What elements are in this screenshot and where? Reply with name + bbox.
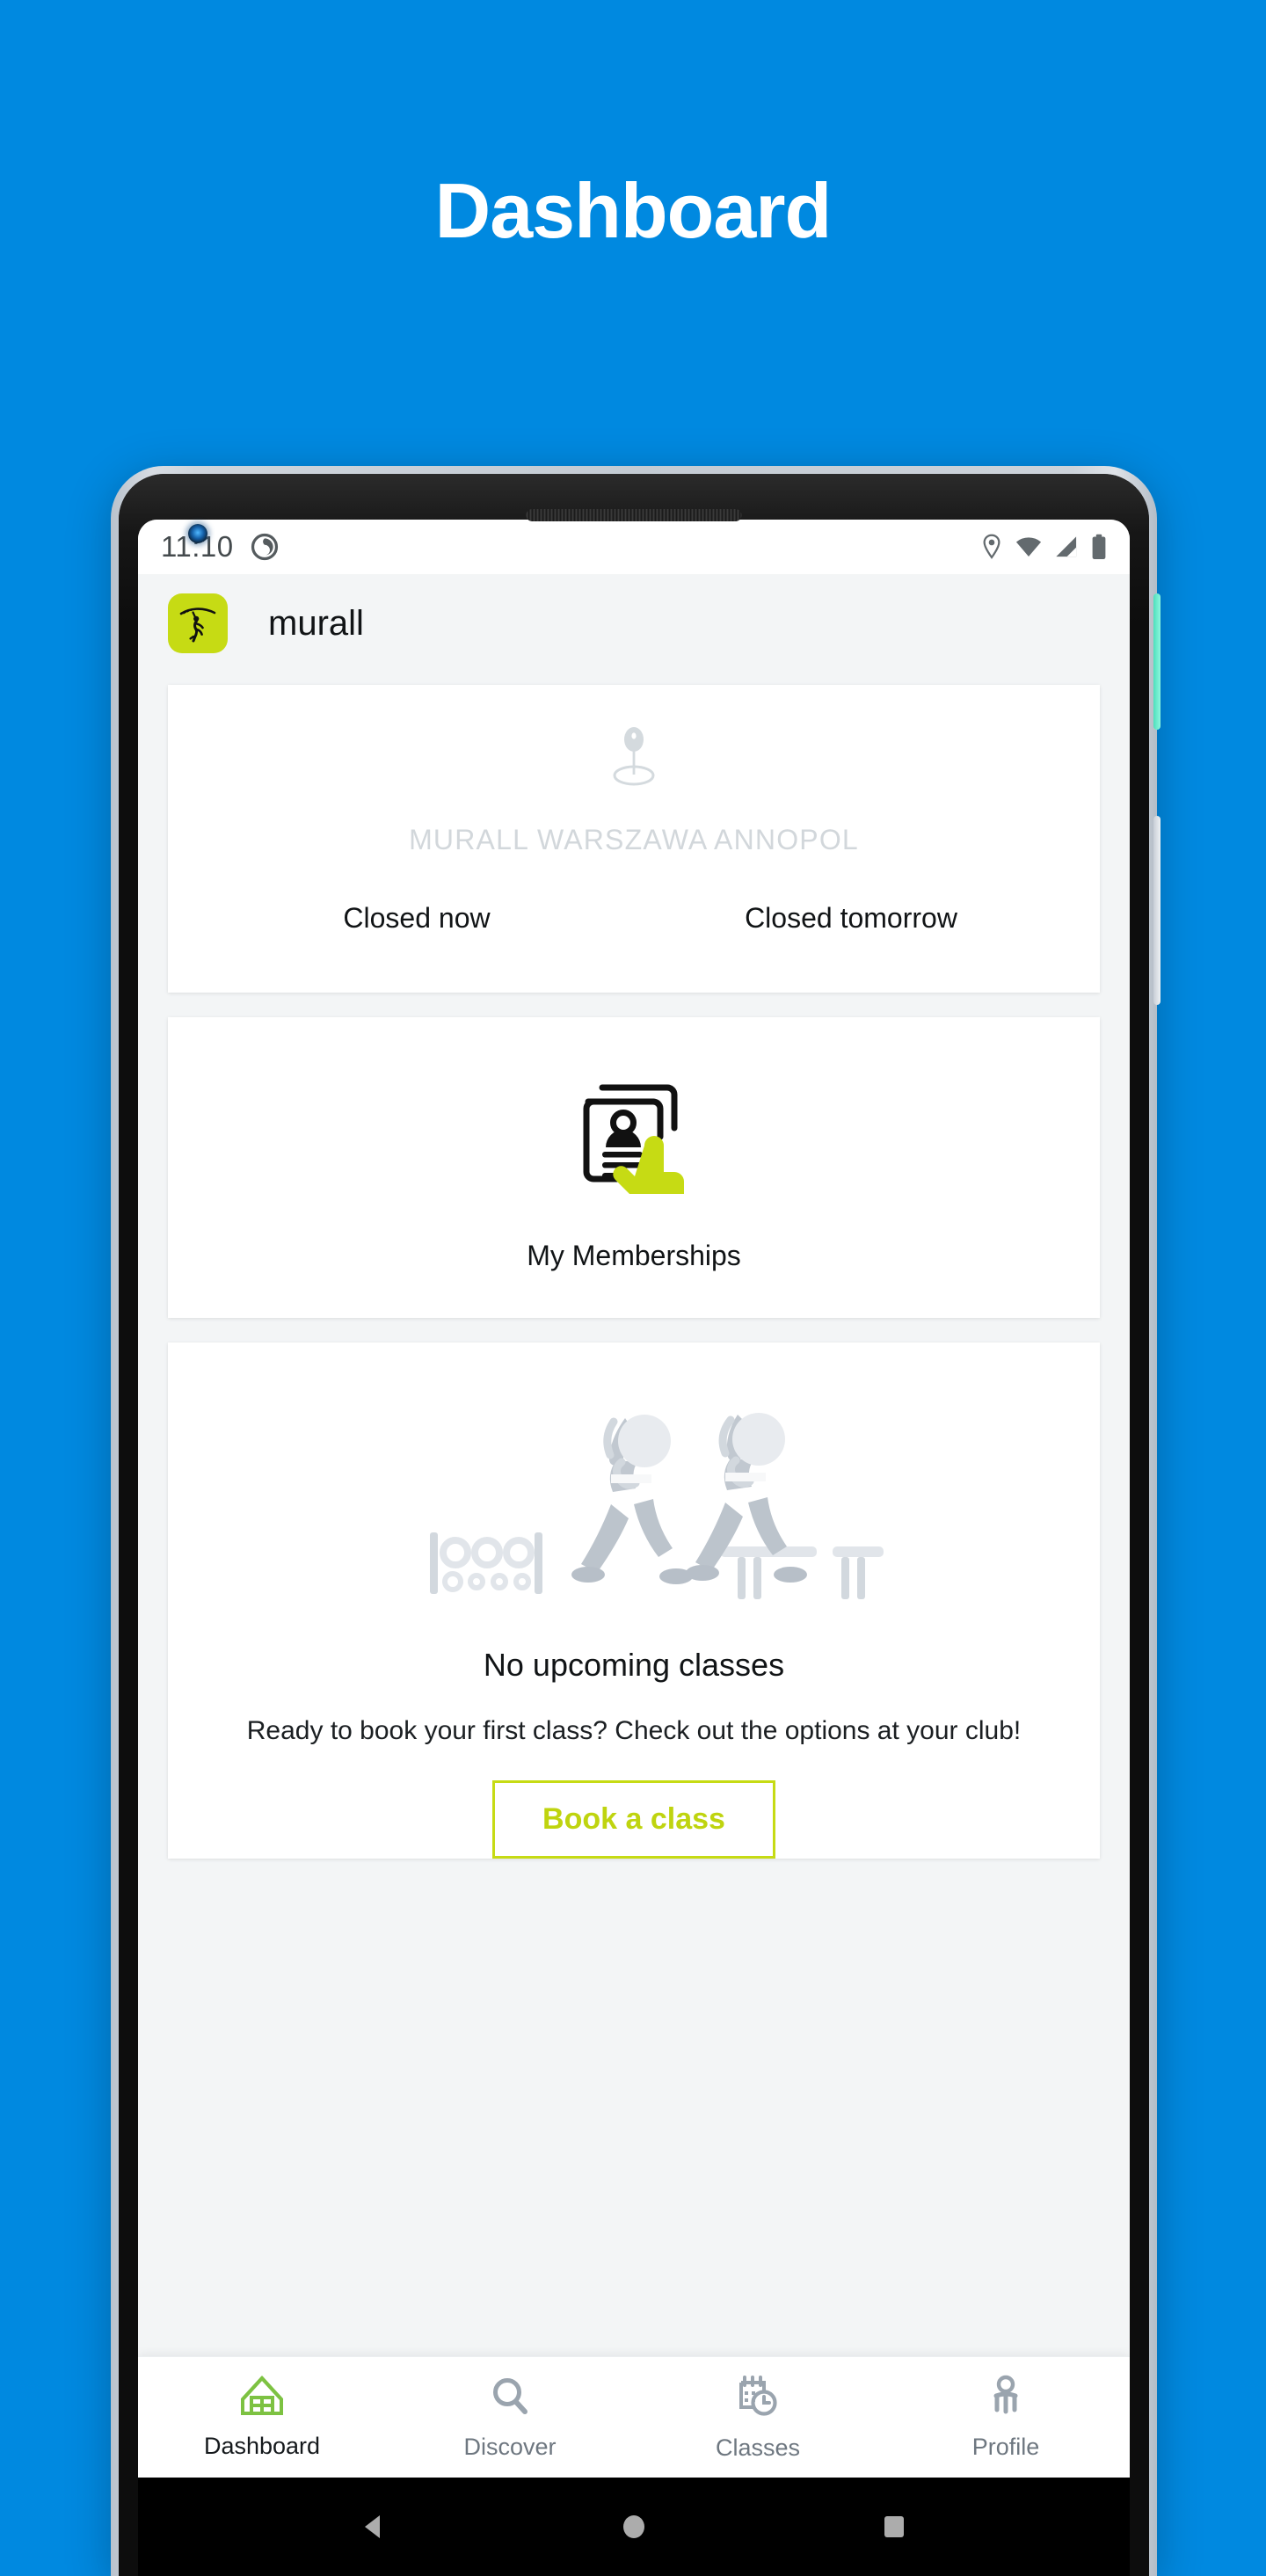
person-icon (987, 2375, 1024, 2421)
nav-label-classes: Classes (715, 2434, 801, 2461)
volume-button[interactable] (1153, 816, 1160, 1005)
nav-item-dashboard[interactable]: Dashboard (138, 2375, 386, 2460)
page-title: Dashboard (434, 167, 833, 254)
calendar-clock-icon (735, 2374, 781, 2422)
membership-card-icon (560, 1068, 708, 1204)
my-memberships-label: My Memberships (527, 1240, 741, 1271)
android-system-nav (138, 2478, 1130, 2576)
no-classes-subtitle: Ready to book your first class? Check ou… (246, 1716, 1022, 1745)
map-pin-icon (168, 725, 1100, 792)
nav-label-profile: Profile (971, 2433, 1040, 2460)
upcoming-classes-card: No upcoming classes Ready to book your f… (168, 1343, 1100, 1859)
people-stretching-illustration-icon (168, 1364, 1100, 1627)
bottom-navigation-bar: Dashboard Discover Classes Profile (138, 2356, 1130, 2478)
back-triangle-icon[interactable] (356, 2509, 391, 2544)
location-card[interactable]: MURALL WARSZAWA ANNOPOL Closed now Close… (168, 685, 1100, 993)
no-classes-title: No upcoming classes (483, 1647, 785, 1683)
phone-device-frame: 11:10 murall MURALL WARSZAWA ANNOPOL Clo… (111, 466, 1160, 2576)
status-bar: 11:10 (138, 520, 1130, 574)
book-a-class-button[interactable]: Book a class (492, 1779, 775, 1859)
home-icon (240, 2375, 284, 2420)
home-circle-icon[interactable] (616, 2509, 651, 2544)
nav-item-classes[interactable]: Classes (634, 2374, 882, 2462)
status-bar-icons (980, 534, 1107, 560)
nav-label-discover: Discover (463, 2433, 557, 2460)
nav-item-profile[interactable]: Profile (882, 2375, 1130, 2461)
brand-name: murall (268, 603, 364, 643)
murall-climber-logo-icon (168, 593, 228, 653)
phone-body: 11:10 murall MURALL WARSZAWA ANNOPOL Clo… (119, 474, 1149, 2576)
dashboard-content: MURALL WARSZAWA ANNOPOL Closed now Close… (138, 673, 1130, 2356)
front-camera-icon (188, 524, 207, 543)
earpiece-speaker-icon (526, 509, 742, 521)
status-now: Closed now (343, 902, 491, 934)
wifi-icon (1015, 537, 1042, 557)
status-tomorrow: Closed tomorrow (745, 902, 957, 934)
cellular-signal-icon (1056, 536, 1077, 557)
my-memberships-card[interactable]: My Memberships (168, 1017, 1100, 1318)
recents-square-icon[interactable] (877, 2509, 912, 2544)
search-icon (489, 2375, 531, 2421)
nav-item-discover[interactable]: Discover (386, 2375, 634, 2461)
battery-icon (1092, 534, 1106, 559)
location-pin-icon (983, 534, 1000, 559)
do-not-disturb-icon (250, 532, 280, 562)
opening-hours-row: Closed now Closed tomorrow (168, 902, 1100, 935)
nav-label-dashboard: Dashboard (203, 2432, 321, 2459)
app-bar: murall (138, 574, 1130, 673)
phone-screen: 11:10 murall MURALL WARSZAWA ANNOPOL Clo… (138, 520, 1130, 2576)
power-button[interactable] (1153, 593, 1160, 730)
club-name: MURALL WARSZAWA ANNOPOL (409, 824, 859, 855)
